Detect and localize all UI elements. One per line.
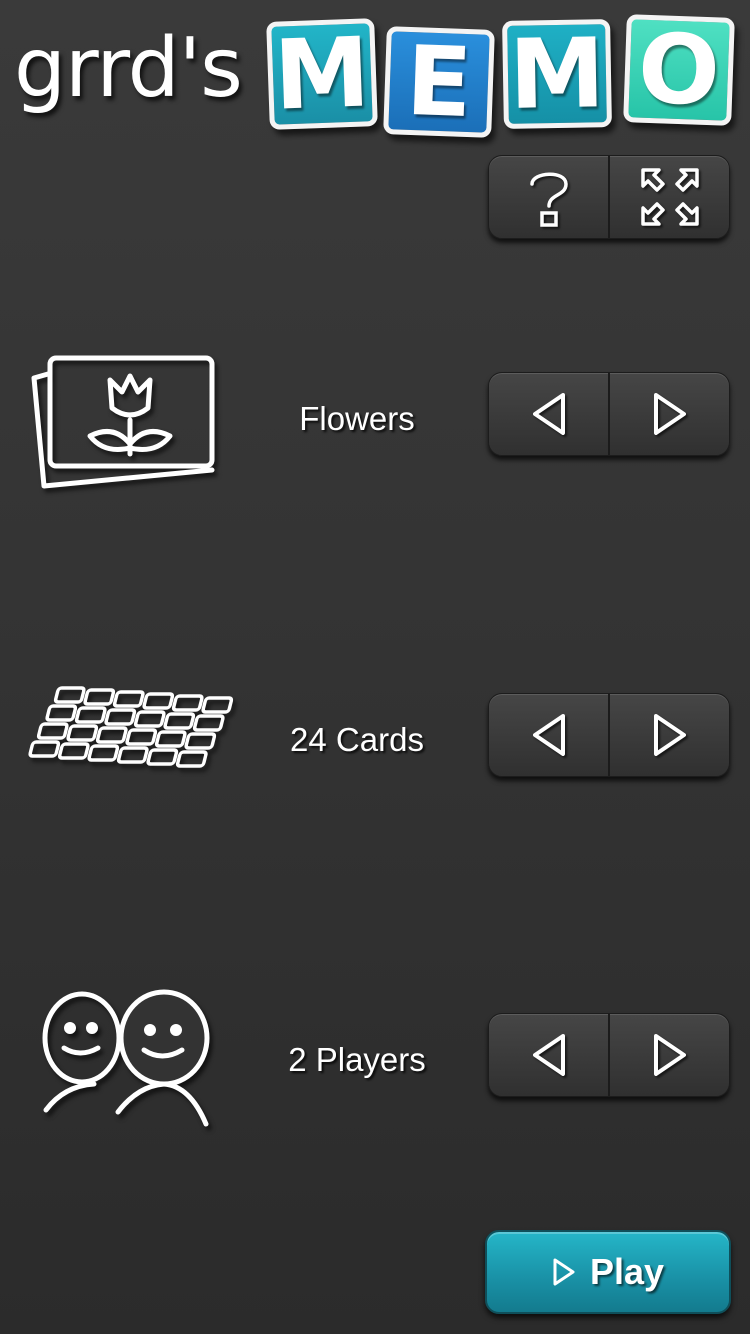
card-grid-icon — [18, 682, 234, 797]
arrow-right-icon — [653, 714, 686, 756]
play-button[interactable]: Play — [485, 1230, 731, 1314]
cards-label: 24 Cards — [290, 721, 424, 758]
players-label: 2 Players — [288, 1041, 426, 1078]
theme-selector — [488, 372, 730, 456]
flower-cards-icon — [30, 352, 220, 497]
logo-tile-m2: M — [502, 17, 612, 131]
theme-next-button[interactable] — [610, 373, 729, 455]
arrow-left-icon — [532, 393, 565, 435]
arrow-left-icon — [532, 1034, 565, 1076]
fullscreen-button[interactable] — [610, 156, 729, 238]
players-selector — [488, 1013, 730, 1097]
play-label: Play — [589, 1251, 665, 1292]
play-triangle-icon — [553, 1258, 575, 1286]
players-next-button[interactable] — [610, 1014, 729, 1096]
cards-selector — [488, 693, 730, 777]
arrow-right-icon — [653, 393, 686, 435]
theme-prev-button[interactable] — [489, 373, 610, 455]
logo-tile-o: O — [623, 13, 735, 127]
logo-prefix: grrd's — [14, 21, 243, 116]
logo-tile-e: E — [383, 25, 495, 139]
expand-arrows-icon — [640, 168, 699, 226]
cards-prev-button[interactable] — [489, 694, 610, 776]
help-button[interactable] — [489, 156, 610, 238]
arrow-right-icon — [653, 1034, 686, 1076]
logo-tile-m: M — [266, 16, 378, 132]
toolbar-buttons — [488, 155, 730, 239]
arrow-left-icon — [532, 714, 565, 756]
two-players-icon — [40, 988, 216, 1139]
question-mark-icon — [529, 172, 568, 227]
players-prev-button[interactable] — [489, 1014, 610, 1096]
cards-next-button[interactable] — [610, 694, 729, 776]
theme-label: Flowers — [299, 400, 415, 437]
